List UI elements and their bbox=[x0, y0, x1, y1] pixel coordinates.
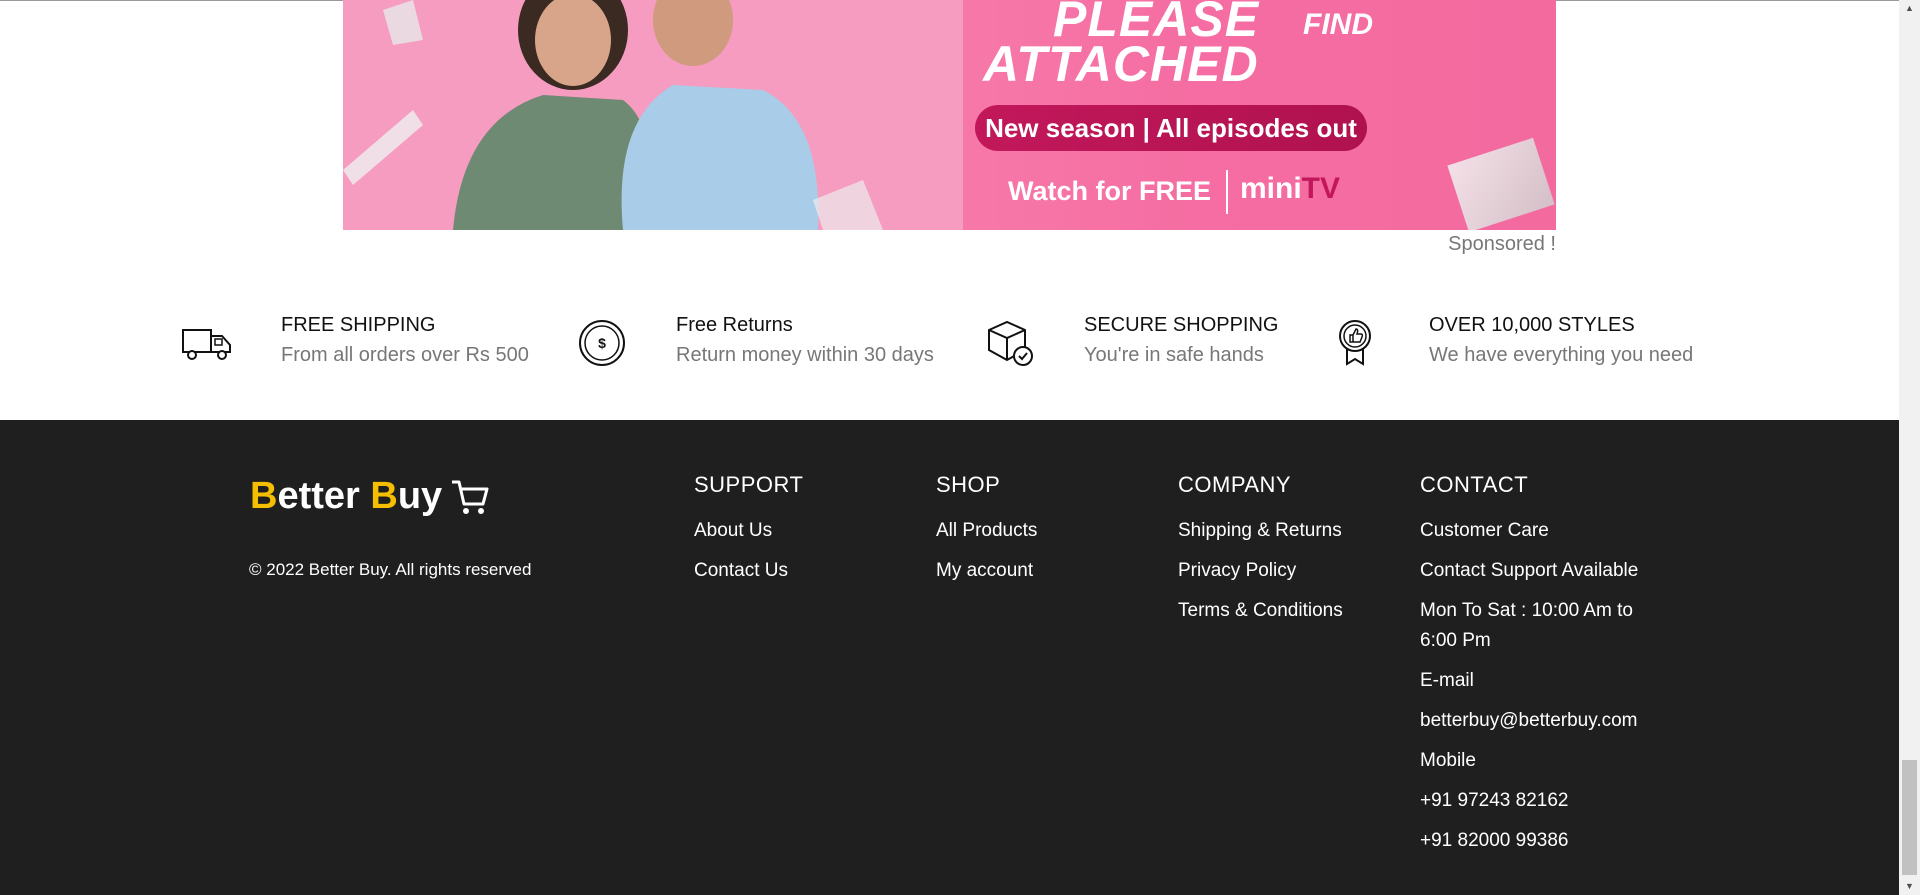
banner-divider bbox=[1226, 170, 1228, 214]
logo-letter-b1: B bbox=[250, 475, 278, 517]
footer-heading-support: SUPPORT bbox=[694, 472, 804, 497]
contact-phone-1[interactable]: +91 97243 82162 bbox=[1420, 786, 1655, 816]
book-decoration bbox=[1447, 137, 1555, 230]
vertical-scrollbar[interactable]: ▲ ▼ bbox=[1899, 0, 1920, 895]
package-check-icon bbox=[988, 320, 1033, 366]
footer-col-support: SUPPORT About Us Contact Us bbox=[694, 472, 803, 596]
footer-heading-contact: CONTACT bbox=[1420, 472, 1529, 497]
footer-link-contact-us[interactable]: Contact Us bbox=[694, 556, 803, 586]
footer-col-company: COMPANY Shipping & Returns Privacy Polic… bbox=[1178, 472, 1343, 636]
svg-text:$: $ bbox=[598, 335, 606, 351]
feature-secure-shopping: SECURE SHOPPING You're in safe hands bbox=[983, 310, 1278, 370]
footer-link-about-us[interactable]: About Us bbox=[694, 516, 803, 546]
headline-find: FIND bbox=[1303, 8, 1373, 41]
minitv-tv: TV bbox=[1301, 172, 1341, 205]
brand-logo[interactable]: Better Buy bbox=[250, 475, 490, 518]
footer-link-privacy-policy[interactable]: Privacy Policy bbox=[1178, 556, 1343, 586]
sponsored-banner[interactable]: PLEASE FIND ATTACHED New season | All ep… bbox=[343, 0, 1556, 230]
scrollbar-thumb[interactable] bbox=[1902, 760, 1917, 875]
banner-headline: PLEASE FIND ATTACHED bbox=[983, 0, 1543, 100]
minitv-mini: mini bbox=[1240, 172, 1302, 205]
feature-title: FREE SHIPPING bbox=[281, 314, 436, 336]
logo-letter-b2: B bbox=[370, 475, 398, 517]
feature-subtitle: You're in safe hands bbox=[1084, 344, 1264, 366]
thumbs-up-badge-icon bbox=[1339, 320, 1371, 366]
footer-col-contact: CONTACT Customer Care Contact Support Av… bbox=[1420, 472, 1655, 866]
feature-styles: OVER 10,000 STYLES We have everything yo… bbox=[1328, 310, 1693, 370]
contact-phone-2[interactable]: +91 82000 99386 bbox=[1420, 826, 1655, 856]
contact-support-available: Contact Support Available bbox=[1420, 560, 1639, 581]
footer-heading-shop: SHOP bbox=[936, 472, 1001, 497]
feature-free-shipping: FREE SHIPPING From all orders over Rs 50… bbox=[180, 310, 529, 370]
couple-photo bbox=[343, 0, 963, 230]
page: PLEASE FIND ATTACHED New season | All ep… bbox=[0, 0, 1899, 895]
feature-subtitle: From all orders over Rs 500 bbox=[281, 344, 529, 366]
footer-link-shipping-returns[interactable]: Shipping & Returns bbox=[1178, 516, 1343, 546]
footer-link-all-products[interactable]: All Products bbox=[936, 516, 1037, 546]
scroll-up-arrow-icon[interactable]: ▲ bbox=[1899, 0, 1920, 17]
contact-customer-care: Customer Care bbox=[1420, 520, 1549, 541]
feature-subtitle: Return money within 30 days bbox=[676, 344, 934, 366]
banner-watch-text: Watch for FREE bbox=[1008, 176, 1212, 206]
footer-link-my-account[interactable]: My account bbox=[936, 556, 1037, 586]
dollar-coin-icon: $ bbox=[579, 320, 625, 366]
contact-email-label: E-mail bbox=[1420, 670, 1474, 691]
footer-link-terms[interactable]: Terms & Conditions bbox=[1178, 596, 1343, 626]
contact-hours: Mon To Sat : 10:00 Am to 6:00 Pm bbox=[1420, 600, 1633, 651]
logo-text-2: uy bbox=[397, 475, 443, 517]
feature-subtitle: We have everything you need bbox=[1429, 344, 1694, 366]
banner-pill: New season | All episodes out bbox=[975, 105, 1367, 151]
footer-heading-company: COMPANY bbox=[1178, 472, 1292, 497]
copyright-text: © 2022 Better Buy. All rights reserved bbox=[249, 560, 532, 579]
minitv-logo: miniTV bbox=[1240, 172, 1340, 206]
logo-text-1: etter bbox=[277, 475, 371, 517]
feature-title: Free Returns bbox=[676, 314, 793, 336]
headline-attached: ATTACHED bbox=[983, 36, 1259, 92]
site-footer: Better Buy © 2022 Better Buy. All rights… bbox=[0, 420, 1899, 895]
feature-free-returns: $ Free Returns Return money within 30 da… bbox=[575, 310, 934, 370]
footer-col-shop: SHOP All Products My account bbox=[936, 472, 1037, 596]
scroll-down-arrow-icon[interactable]: ▼ bbox=[1899, 878, 1920, 895]
cart-icon bbox=[452, 480, 489, 514]
feature-title: OVER 10,000 STYLES bbox=[1429, 314, 1635, 336]
contact-mobile-label: Mobile bbox=[1420, 750, 1476, 771]
contact-email-link[interactable]: betterbuy@betterbuy.com bbox=[1420, 706, 1655, 736]
sponsored-label: Sponsored ! bbox=[1448, 233, 1556, 255]
truck-icon bbox=[182, 329, 231, 360]
feature-title: SECURE SHOPPING bbox=[1084, 314, 1279, 336]
